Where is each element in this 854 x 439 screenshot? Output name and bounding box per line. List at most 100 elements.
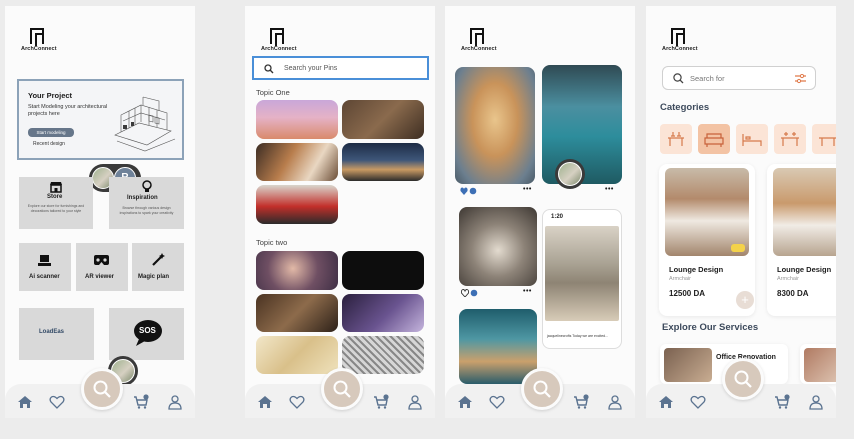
heart-icon[interactable] <box>289 394 305 410</box>
more-menu[interactable]: ••• <box>523 186 532 193</box>
post-underwater[interactable] <box>459 309 537 384</box>
your-project-card[interactable]: Your Project Start Modeling your archite… <box>17 79 184 160</box>
heart-icon[interactable] <box>49 394 65 410</box>
inspiration-tile[interactable]: Inspiration Browse through various desig… <box>109 177 184 229</box>
pin-house[interactable] <box>342 143 424 181</box>
user-icon[interactable] <box>167 394 183 410</box>
inspiration-description: Browse through various design inspiratio… <box>119 206 174 215</box>
screen-store: ArchConnect Search for Categories Lounge… <box>646 6 836 418</box>
post-kittens[interactable] <box>459 207 537 286</box>
search-icon <box>93 380 111 398</box>
recent-design-link[interactable]: Recent design <box>33 141 65 147</box>
filter-icon[interactable] <box>795 74 806 84</box>
like-comment-icons[interactable] <box>461 289 479 297</box>
pin-sketch[interactable] <box>342 336 424 374</box>
search-fab[interactable] <box>81 368 123 410</box>
service-image <box>804 348 836 382</box>
home-icon[interactable] <box>257 394 273 410</box>
ar-viewer-tile[interactable]: AR viewer <box>76 243 128 291</box>
magic-plan-tile[interactable]: Magic plan <box>132 243 184 291</box>
product-image <box>665 168 749 256</box>
topic-one-heading: Topic One <box>256 88 290 97</box>
product-name: Lounge Design <box>669 265 724 274</box>
product-name: Lounge Design <box>777 265 832 274</box>
search-placeholder: Search for <box>690 74 725 83</box>
add-to-cart-button[interactable]: + <box>736 291 754 309</box>
post-phone-mockup[interactable]: 1:20 jacquelinecrofts Today we are excit… <box>542 209 622 349</box>
logo-text: ArchConnect <box>21 46 57 52</box>
search-fab[interactable] <box>321 368 363 410</box>
store-tile[interactable]: Store Explore our store for furnishings … <box>19 177 93 229</box>
screen-feed: ArchConnect ••• ••• ••• 1:20 jacquelinec… <box>445 6 635 418</box>
product-image <box>773 168 836 256</box>
pin-car[interactable] <box>256 185 338 224</box>
home-icon[interactable] <box>658 394 674 410</box>
more-menu[interactable]: ••• <box>523 288 532 295</box>
topic-two-heading: Topic two <box>256 238 288 247</box>
loadeas-label: LoadEas <box>39 329 65 335</box>
pin-dark[interactable] <box>342 251 424 290</box>
bulb-icon <box>142 180 152 192</box>
pin-food[interactable] <box>256 336 338 374</box>
search-placeholder: Search your Pins <box>284 65 338 72</box>
cart-icon[interactable] <box>774 394 790 410</box>
pin-room[interactable] <box>342 294 424 332</box>
app-logo: ArchConnect <box>21 26 81 54</box>
scanner-icon <box>38 255 51 266</box>
loadeas-tile[interactable]: LoadEas <box>19 308 94 360</box>
category-bed[interactable] <box>736 124 768 154</box>
product-card[interactable]: Lounge Design Armchair 8300 DA <box>767 164 836 316</box>
pin-castle[interactable] <box>256 100 338 139</box>
bed-icon <box>742 134 762 146</box>
category-dining[interactable] <box>660 124 692 154</box>
category-sofa[interactable] <box>698 124 730 154</box>
pin-dogs[interactable] <box>256 143 338 181</box>
dining-table-icon <box>668 132 684 146</box>
magic-plan-label: Magic plan <box>138 274 170 280</box>
more-menu[interactable]: ••• <box>605 186 614 193</box>
service-card[interactable] <box>800 344 836 384</box>
status-time: 1:20 <box>551 214 564 220</box>
search-fab[interactable] <box>521 368 563 410</box>
category-table[interactable] <box>812 124 836 154</box>
inspiration-label: Inspiration <box>127 195 158 201</box>
product-card[interactable]: Lounge Design Armchair 12500 DA + <box>659 164 755 316</box>
cursor-avatar <box>555 159 585 189</box>
living-room-photo <box>545 226 619 321</box>
app-logo: ArchConnect <box>662 26 722 54</box>
logo-mark <box>671 28 685 46</box>
user-icon[interactable] <box>808 394 824 410</box>
home-icon[interactable] <box>457 394 473 410</box>
store-icon <box>50 182 62 193</box>
home-icon[interactable] <box>17 394 33 410</box>
pin-interior[interactable] <box>342 100 424 139</box>
cart-icon[interactable] <box>573 394 589 410</box>
cart-icon[interactable] <box>373 394 389 410</box>
screen-pins: ArchConnect Search your Pins Topic One T… <box>245 6 435 418</box>
favorite-badge[interactable] <box>731 244 745 252</box>
post-puppy[interactable] <box>455 67 535 184</box>
heart-icon[interactable] <box>489 394 505 410</box>
logo-text: ArchConnect <box>261 46 297 52</box>
vr-icon <box>94 255 109 265</box>
like-comment-icons[interactable] <box>460 187 478 195</box>
cart-icon[interactable] <box>133 394 149 410</box>
search-fab[interactable] <box>722 358 764 400</box>
search-pins-input[interactable]: Search your Pins <box>252 56 429 80</box>
user-icon[interactable] <box>407 394 423 410</box>
service-image <box>664 348 712 382</box>
start-modeling-button[interactable]: Start modeling <box>28 128 74 137</box>
ar-viewer-label: AR viewer <box>85 274 115 280</box>
user-icon[interactable] <box>607 394 623 410</box>
desk-icon <box>781 132 799 146</box>
product-price: 12500 DA <box>669 289 706 298</box>
store-search-input[interactable]: Search for <box>662 66 816 90</box>
logo-text: ArchConnect <box>461 46 497 52</box>
category-desk[interactable] <box>774 124 806 154</box>
pin-portrait[interactable] <box>256 251 338 290</box>
pin-cafe[interactable] <box>256 294 338 332</box>
ai-scanner-tile[interactable]: Ai scanner <box>19 243 71 291</box>
search-icon <box>673 73 684 84</box>
sos-tile[interactable]: SOS <box>109 308 184 360</box>
heart-icon[interactable] <box>690 394 706 410</box>
